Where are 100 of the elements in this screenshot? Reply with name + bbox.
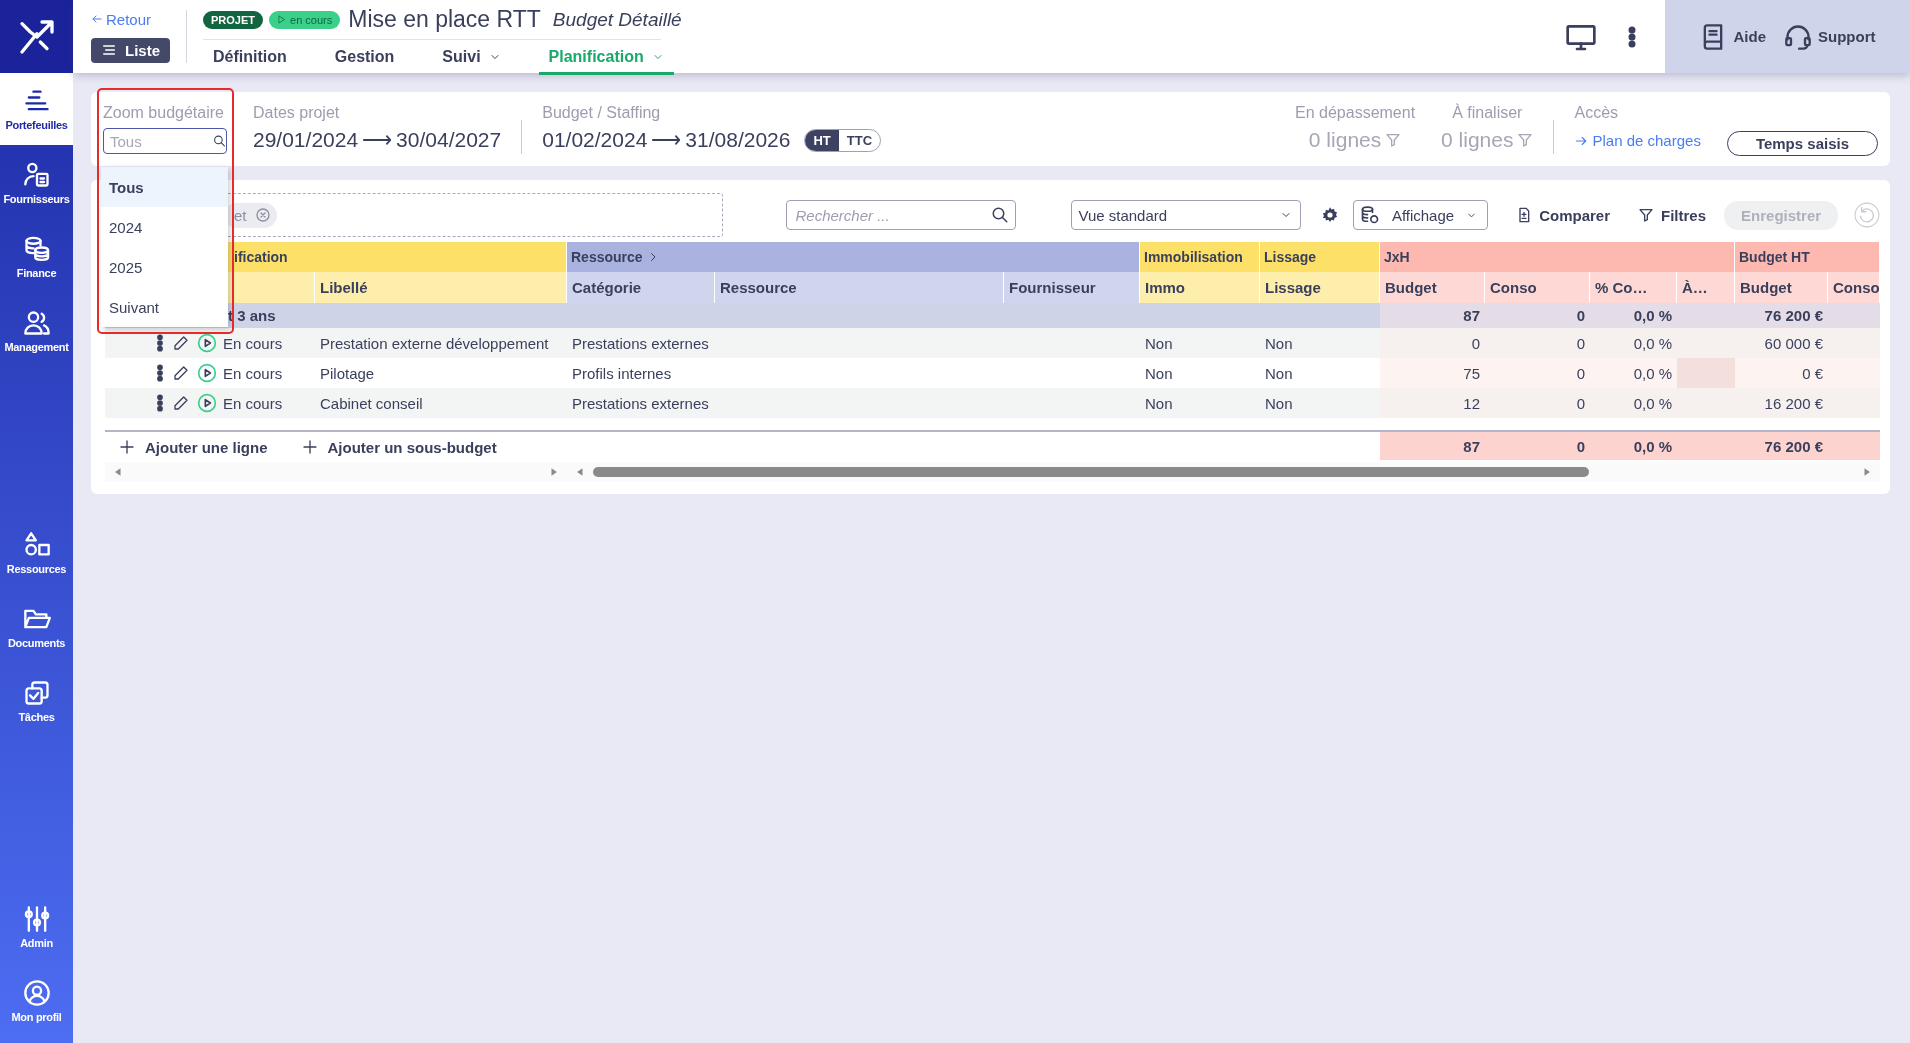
table-cell: Non (1140, 388, 1260, 418)
column-header: Ressource (715, 272, 1004, 303)
status-text: En cours (223, 364, 283, 382)
status-badge: en cours (269, 10, 341, 29)
add-sub-budget-button[interactable]: Ajouter un sous-budget (301, 438, 497, 456)
person-card-icon (22, 161, 51, 189)
group-title: Immobilisation (1144, 249, 1243, 265)
scroll-right-icon[interactable] (549, 466, 559, 478)
view-select[interactable]: Vue standard (1071, 200, 1301, 230)
page-title: Mise en place RTT (348, 6, 541, 33)
total-cell: 87 (1380, 430, 1485, 460)
field-label: Accès (1574, 104, 1620, 122)
kebab-icon[interactable] (157, 364, 163, 382)
menu-option[interactable]: 2025 (101, 247, 228, 287)
plan-link[interactable]: Plan de charges (1574, 132, 1701, 149)
table-cell: 16 200 € (1735, 388, 1828, 418)
table-cell: 0 € (1735, 358, 1828, 388)
search-field[interactable]: Rechercher ... (786, 200, 1017, 230)
select-value: Vue standard (1078, 206, 1168, 224)
search-icon (213, 134, 226, 148)
group-title: Ressource (571, 249, 643, 265)
plus-icon (301, 439, 318, 455)
menu-option[interactable]: Tous (101, 167, 228, 207)
table-cell: 0 (1485, 388, 1590, 418)
counter-value: 0 lignes (1441, 128, 1514, 152)
table-cell: 0,0 % (1590, 328, 1677, 358)
column-header: Conso (1485, 272, 1590, 303)
total-cell: 76 200 € (1735, 430, 1828, 460)
support-button[interactable]: Support (1784, 22, 1876, 51)
play-circle-icon (197, 333, 217, 353)
arrow-left-icon (91, 13, 103, 25)
table-cell: 60 000 € (1735, 328, 1828, 358)
plus-icon (119, 439, 135, 455)
pencil-icon[interactable] (173, 395, 189, 411)
table-cell: Cabinet conseil (315, 388, 567, 418)
shapes-icon (22, 531, 51, 559)
zoom-field[interactable]: Tous (103, 128, 227, 154)
table-cell: 75 (1380, 358, 1485, 388)
status-text: En cours (223, 394, 283, 412)
toggle-option[interactable]: HT (805, 129, 839, 151)
sidebar-item[interactable]: Mon profil (0, 965, 73, 1037)
pencil-icon[interactable] (173, 365, 189, 381)
table-cell: 0 (1380, 328, 1485, 358)
sidebar-item[interactable]: Management (0, 295, 73, 367)
toggle-option[interactable]: TTC (838, 129, 881, 151)
group-title: ification (234, 249, 288, 265)
add-line-button[interactable]: Ajouter une ligne (119, 438, 268, 456)
sidebar-item[interactable]: Documents (0, 591, 73, 663)
date-value: 31/08/2026 (685, 128, 791, 152)
display-button[interactable]: Affichage (1352, 200, 1489, 230)
column-header: Conso (1828, 272, 1880, 303)
filter-button[interactable]: Filtres (1638, 206, 1707, 224)
column-header: Lissage (1260, 272, 1380, 303)
status-text: En cours (223, 334, 283, 352)
table-cell: Prestation externe développement (315, 328, 567, 358)
back-link[interactable]: Retour (91, 10, 170, 28)
field-label: Budget / Staffing (542, 104, 662, 122)
list-button[interactable]: Liste (91, 37, 170, 63)
field-label: Zoom budgétaire (103, 104, 225, 122)
settings-icon[interactable] (1320, 206, 1339, 224)
close-icon[interactable] (254, 207, 271, 223)
kebab-icon[interactable] (157, 334, 163, 352)
table-cell: 0,0 % (1590, 358, 1677, 388)
filter-icon (1638, 207, 1654, 223)
menu-icon (101, 42, 117, 58)
table-cell: 0 (1485, 328, 1590, 358)
sidebar-item[interactable]: Ressources (0, 517, 73, 589)
counter-value: 0 lignes (1308, 128, 1382, 152)
field-label: Dates projet (253, 104, 341, 122)
sidebar-item[interactable]: Portefeuilles (0, 73, 73, 145)
tab[interactable]: Définition (203, 42, 297, 75)
play-circle-icon (197, 393, 217, 413)
date-value: 01/02/2024 (542, 128, 648, 152)
total-cell: 0 (1485, 430, 1590, 460)
checkbox-stack-icon (22, 679, 51, 707)
chip-label: et (234, 206, 247, 224)
headset-icon (1784, 22, 1812, 51)
table-cell: 0 (1485, 303, 1590, 328)
scroll-right-icon[interactable] (1862, 466, 1872, 478)
field-label: À finaliser (1452, 104, 1523, 122)
pencil-icon[interactable] (173, 335, 189, 351)
sidebar-item[interactable]: Fournisseurs (0, 147, 73, 219)
table-cell: Prestations externes (567, 328, 715, 358)
scroll-left-icon[interactable] (113, 466, 123, 478)
table-cell: 87 (1380, 303, 1485, 328)
help-button[interactable]: Aide (1699, 22, 1766, 51)
column-header: Budget (1735, 272, 1828, 303)
column-header: % Co… (1590, 272, 1677, 303)
scroll-left-icon[interactable] (575, 466, 585, 478)
compare-button[interactable]: Comparer (1516, 206, 1610, 224)
table-cell: 12 (1380, 388, 1485, 418)
sidebar-item[interactable]: Tâches (0, 665, 73, 737)
tab[interactable]: Gestion (324, 42, 405, 75)
tab[interactable]: Suivi (432, 42, 511, 75)
sidebar-item[interactable]: Admin (0, 891, 73, 963)
page-subtitle: Budget Détaillé (552, 8, 682, 31)
sidebar-item[interactable]: Finance (0, 221, 73, 293)
kebab-icon[interactable] (157, 394, 163, 412)
group-title: Lissage (1264, 249, 1317, 265)
field-label: En dépassement (1295, 104, 1416, 122)
